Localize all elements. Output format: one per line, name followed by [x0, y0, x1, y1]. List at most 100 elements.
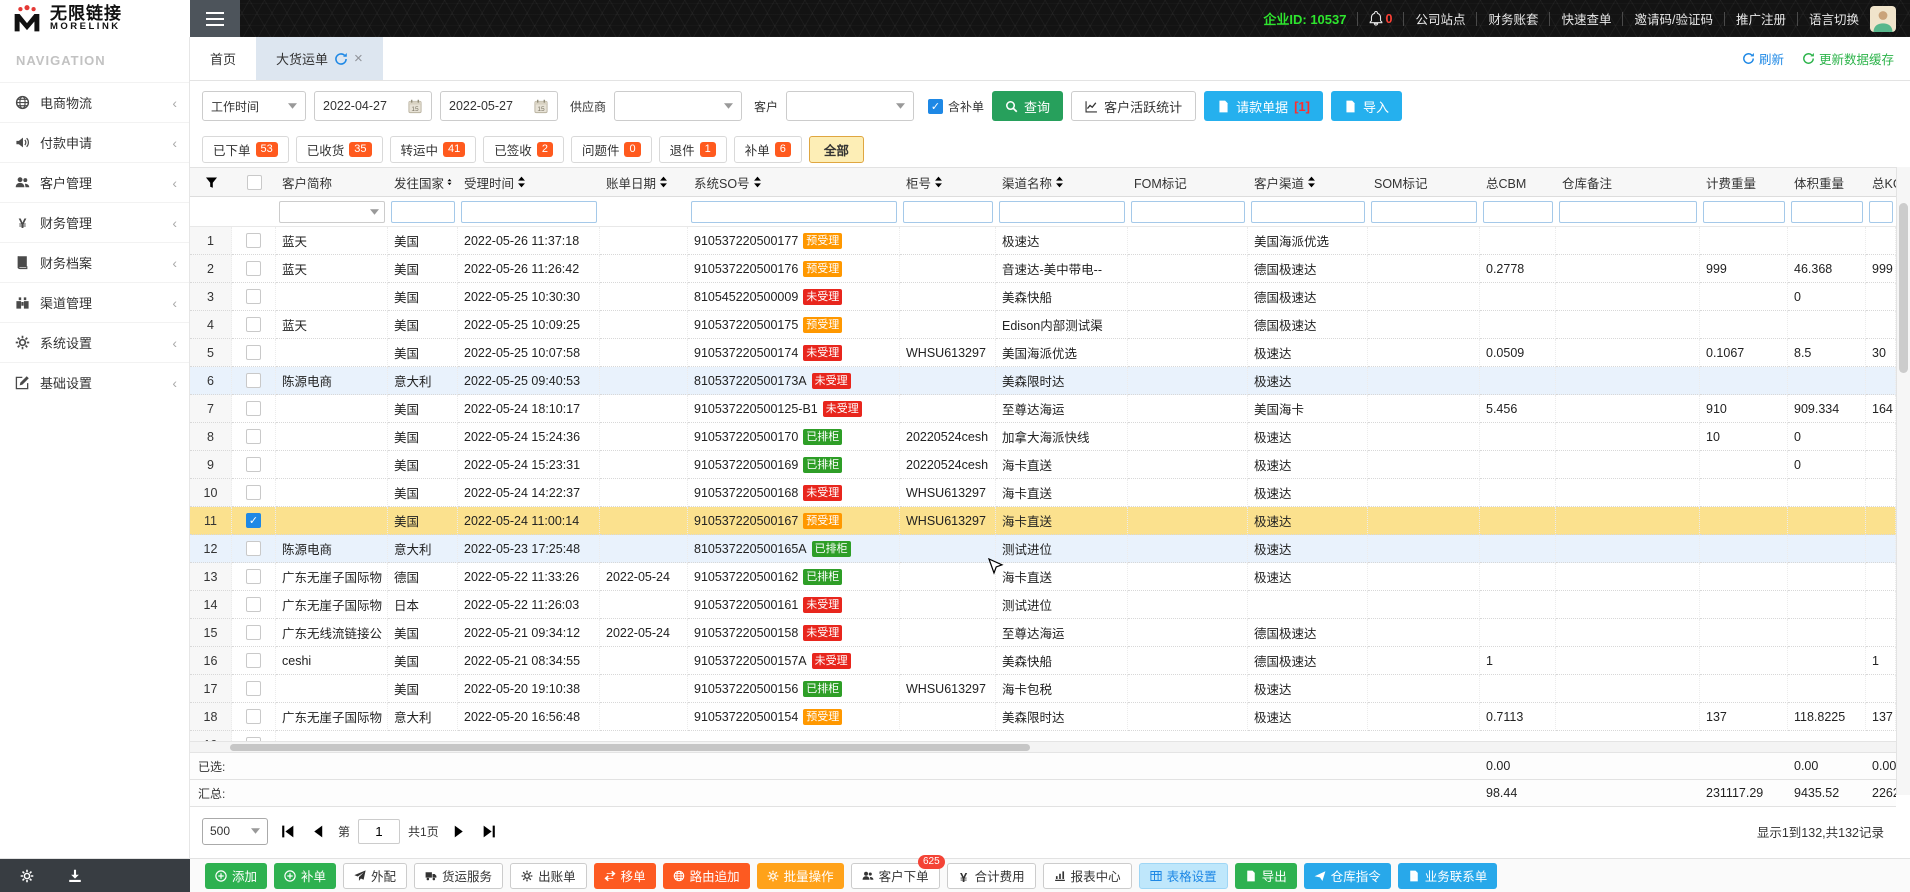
- table-row-5[interactable]: 5美国2022-05-25 10:07:58910537220500174未受理…: [190, 339, 1896, 367]
- gear-icon[interactable]: [20, 869, 34, 883]
- footer-button-2[interactable]: 外配: [343, 863, 407, 889]
- topbar-menu-item-2[interactable]: 快速查单: [1561, 9, 1611, 28]
- sort-icon[interactable]: [517, 176, 526, 188]
- footer-button-3[interactable]: 货运服务: [414, 863, 503, 889]
- customer-select[interactable]: [786, 91, 914, 121]
- table-row-2[interactable]: 2蓝天美国2022-05-26 11:26:42910537220500176预…: [190, 255, 1896, 283]
- date-to-input[interactable]: [449, 99, 525, 113]
- row-checkbox[interactable]: [246, 485, 261, 500]
- status-filter-6[interactable]: 补单6: [734, 136, 802, 163]
- select-all-checkbox[interactable]: [247, 175, 262, 190]
- filter-input-cust_channel[interactable]: [1251, 201, 1365, 223]
- sort-icon[interactable]: [934, 176, 943, 188]
- topbar-menu-item-1[interactable]: 财务账套: [1488, 9, 1538, 28]
- topbar-menu-item-3[interactable]: 邀请码/验证码: [1634, 9, 1712, 28]
- footer-button-14[interactable]: 业务联系单: [1398, 863, 1498, 889]
- prev-page-button[interactable]: [310, 823, 327, 840]
- col-header-so[interactable]: 系统SO号: [688, 168, 900, 196]
- footer-button-7[interactable]: 批量操作: [757, 863, 844, 889]
- footer-button-13[interactable]: 仓库指令: [1304, 863, 1391, 889]
- filter-input-cbm[interactable]: [1483, 201, 1553, 223]
- row-checkbox[interactable]: [246, 261, 261, 276]
- filter-input-so[interactable]: [691, 201, 897, 223]
- col-header-channel[interactable]: 渠道名称: [996, 168, 1128, 196]
- status-filter-5[interactable]: 退件1: [659, 136, 727, 163]
- filter-input-charge_weight[interactable]: [1703, 201, 1785, 223]
- time-type-select[interactable]: 工作时间: [202, 91, 306, 121]
- status-filter-1[interactable]: 已收货35: [296, 136, 383, 163]
- table-row-12[interactable]: 12陈源电商意大利2022-05-23 17:25:48810537220500…: [190, 535, 1896, 563]
- status-filter-2[interactable]: 转运中41: [390, 136, 477, 163]
- row-checkbox[interactable]: [246, 653, 261, 668]
- notifications-button[interactable]: 0: [1369, 11, 1392, 26]
- col-header-note[interactable]: 仓库备注: [1556, 168, 1700, 196]
- topbar-menu-item-0[interactable]: 公司站点: [1415, 9, 1465, 28]
- tab-0[interactable]: 首页: [190, 37, 256, 80]
- row-checkbox[interactable]: [246, 401, 261, 416]
- customer-activity-button[interactable]: 客户活跃统计: [1071, 91, 1196, 121]
- footer-button-5[interactable]: 移单: [594, 863, 656, 889]
- footer-button-9[interactable]: ¥合计费用: [947, 863, 1036, 889]
- row-checkbox[interactable]: [246, 317, 261, 332]
- first-page-button[interactable]: [279, 823, 296, 840]
- filter-input-vol_weight[interactable]: [1791, 201, 1863, 223]
- status-filter-4[interactable]: 问题件0: [571, 136, 652, 163]
- import-button[interactable]: 导入: [1331, 91, 1402, 121]
- col-header-cust_channel[interactable]: 客户渠道: [1248, 168, 1368, 196]
- row-checkbox[interactable]: [246, 597, 261, 612]
- row-checkbox[interactable]: [246, 457, 261, 472]
- refresh-button[interactable]: 刷新: [1742, 49, 1784, 68]
- row-checkbox[interactable]: [246, 681, 261, 696]
- filter-input-som[interactable]: [1371, 201, 1477, 223]
- table-row-13[interactable]: 13广东无崖子国际物德国2022-05-22 11:33:262022-05-2…: [190, 563, 1896, 591]
- sidebar-item-2[interactable]: 客户管理‹: [0, 162, 189, 202]
- row-checkbox[interactable]: [246, 569, 261, 584]
- footer-button-11[interactable]: 表格设置: [1139, 863, 1228, 889]
- sort-icon[interactable]: [753, 176, 762, 188]
- col-header-country[interactable]: 发往国家: [388, 168, 458, 196]
- footer-button-12[interactable]: 导出: [1235, 863, 1297, 889]
- footer-button-0[interactable]: 添加: [205, 863, 267, 889]
- last-page-button[interactable]: [481, 823, 498, 840]
- table-row-7[interactable]: 7美国2022-05-24 18:10:17910537220500125-B1…: [190, 395, 1896, 423]
- row-checkbox[interactable]: [246, 429, 261, 444]
- row-checkbox[interactable]: [246, 345, 261, 360]
- close-icon[interactable]: ×: [354, 51, 363, 66]
- sidebar-item-3[interactable]: ¥财务管理‹: [0, 202, 189, 242]
- refresh-icon[interactable]: [334, 52, 348, 66]
- col-header-som[interactable]: SOM标记: [1368, 168, 1480, 196]
- table-row-15[interactable]: 15广东无线流链接公美国2022-05-21 09:34:122022-05-2…: [190, 619, 1896, 647]
- table-row-9[interactable]: 9美国2022-05-24 15:23:31910537220500169已排柜…: [190, 451, 1896, 479]
- table-row-1[interactable]: 1蓝天美国2022-05-26 11:37:18910537220500177预…: [190, 227, 1896, 255]
- row-checkbox[interactable]: [246, 233, 261, 248]
- sidebar-item-6[interactable]: 系统设置‹: [0, 322, 189, 362]
- filter-input-total_kg[interactable]: [1869, 201, 1893, 223]
- download-icon[interactable]: [68, 869, 82, 883]
- filter-input-country[interactable]: [391, 201, 455, 223]
- filter-input-cabinet[interactable]: [903, 201, 993, 223]
- horizontal-scrollbar[interactable]: [190, 741, 1896, 753]
- footer-button-10[interactable]: 报表中心: [1043, 863, 1132, 889]
- table-row-17[interactable]: 17美国2022-05-20 19:10:38910537220500156已排…: [190, 675, 1896, 703]
- col-header-vol_weight[interactable]: 体积重量: [1788, 168, 1866, 196]
- table-row-6[interactable]: 6陈源电商意大利2022-05-25 09:40:538105372205001…: [190, 367, 1896, 395]
- footer-button-1[interactable]: 补单: [274, 863, 336, 889]
- table-row-10[interactable]: 10美国2022-05-24 14:22:37910537220500168未受…: [190, 479, 1896, 507]
- table-row-3[interactable]: 3美国2022-05-25 10:30:30810545220500009未受理…: [190, 283, 1896, 311]
- table-row-18[interactable]: 18广东无崖子国际物意大利2022-05-20 16:56:4891053722…: [190, 703, 1896, 731]
- user-avatar[interactable]: [1870, 6, 1896, 32]
- row-checkbox[interactable]: ✓: [246, 513, 261, 528]
- sidebar-toggle-button[interactable]: [190, 0, 240, 37]
- footer-button-4[interactable]: 出账单: [510, 863, 587, 889]
- status-filter-0[interactable]: 已下单53: [202, 136, 289, 163]
- col-header-bill_date[interactable]: 账单日期: [600, 168, 688, 196]
- include-supplement-checkbox[interactable]: ✓ 含补单: [928, 98, 984, 115]
- search-button[interactable]: 查询: [992, 91, 1063, 121]
- sort-icon[interactable]: [659, 176, 668, 188]
- table-row-16[interactable]: 16ceshi美国2022-05-21 08:34:55910537220500…: [190, 647, 1896, 675]
- row-checkbox[interactable]: [246, 709, 261, 724]
- payment-request-docs-button[interactable]: 请款单据 [1]: [1204, 91, 1323, 121]
- filter-input-channel[interactable]: [999, 201, 1125, 223]
- col-header-cbm[interactable]: 总CBM: [1480, 168, 1556, 196]
- calendar-icon[interactable]: [407, 99, 423, 114]
